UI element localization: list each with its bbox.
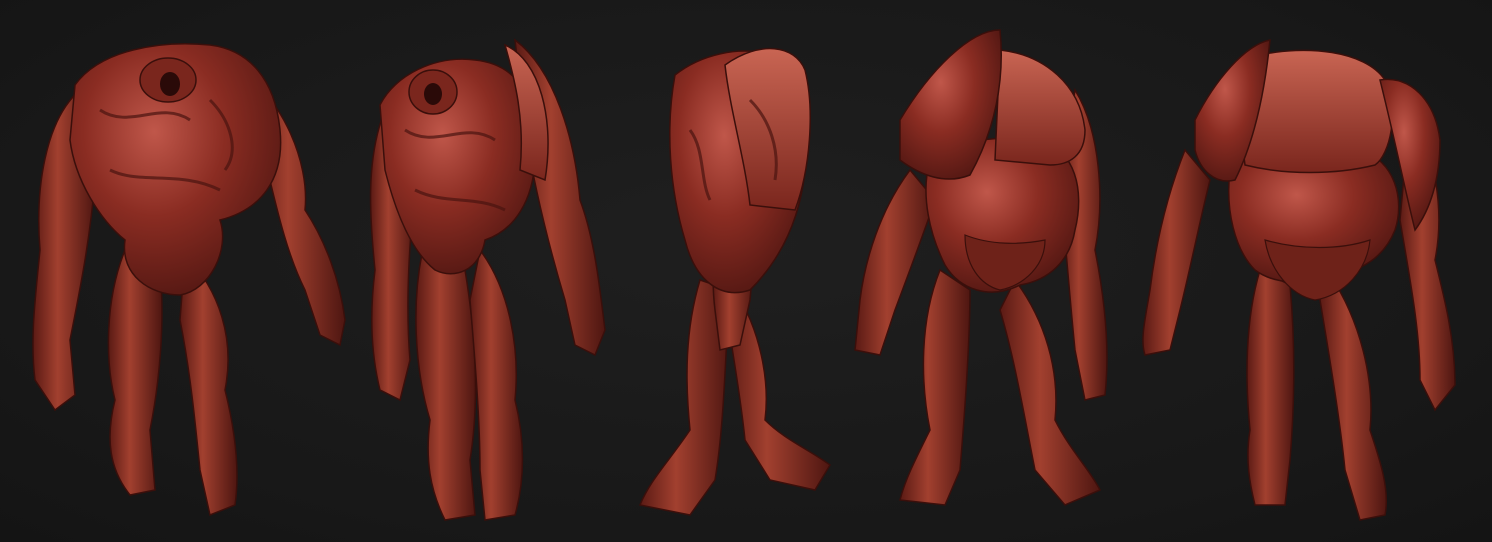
turnaround-stage: [0, 0, 1492, 542]
creature-view-three-quarter-back: [854, 29, 1108, 506]
creature-view-side: [638, 47, 831, 516]
creature-view-three-quarter-front: [369, 38, 606, 521]
right-leg: [1319, 273, 1388, 521]
back-plate: [994, 49, 1086, 166]
right-leg: [179, 253, 238, 517]
left-arm: [854, 168, 936, 356]
creature-view-back: [1142, 39, 1456, 521]
left-arm: [1142, 148, 1211, 356]
left-leg: [415, 238, 477, 521]
left-leg: [1246, 268, 1295, 506]
left-leg: [899, 268, 971, 506]
right-leg: [469, 248, 524, 521]
creature-view-front: [32, 43, 346, 517]
